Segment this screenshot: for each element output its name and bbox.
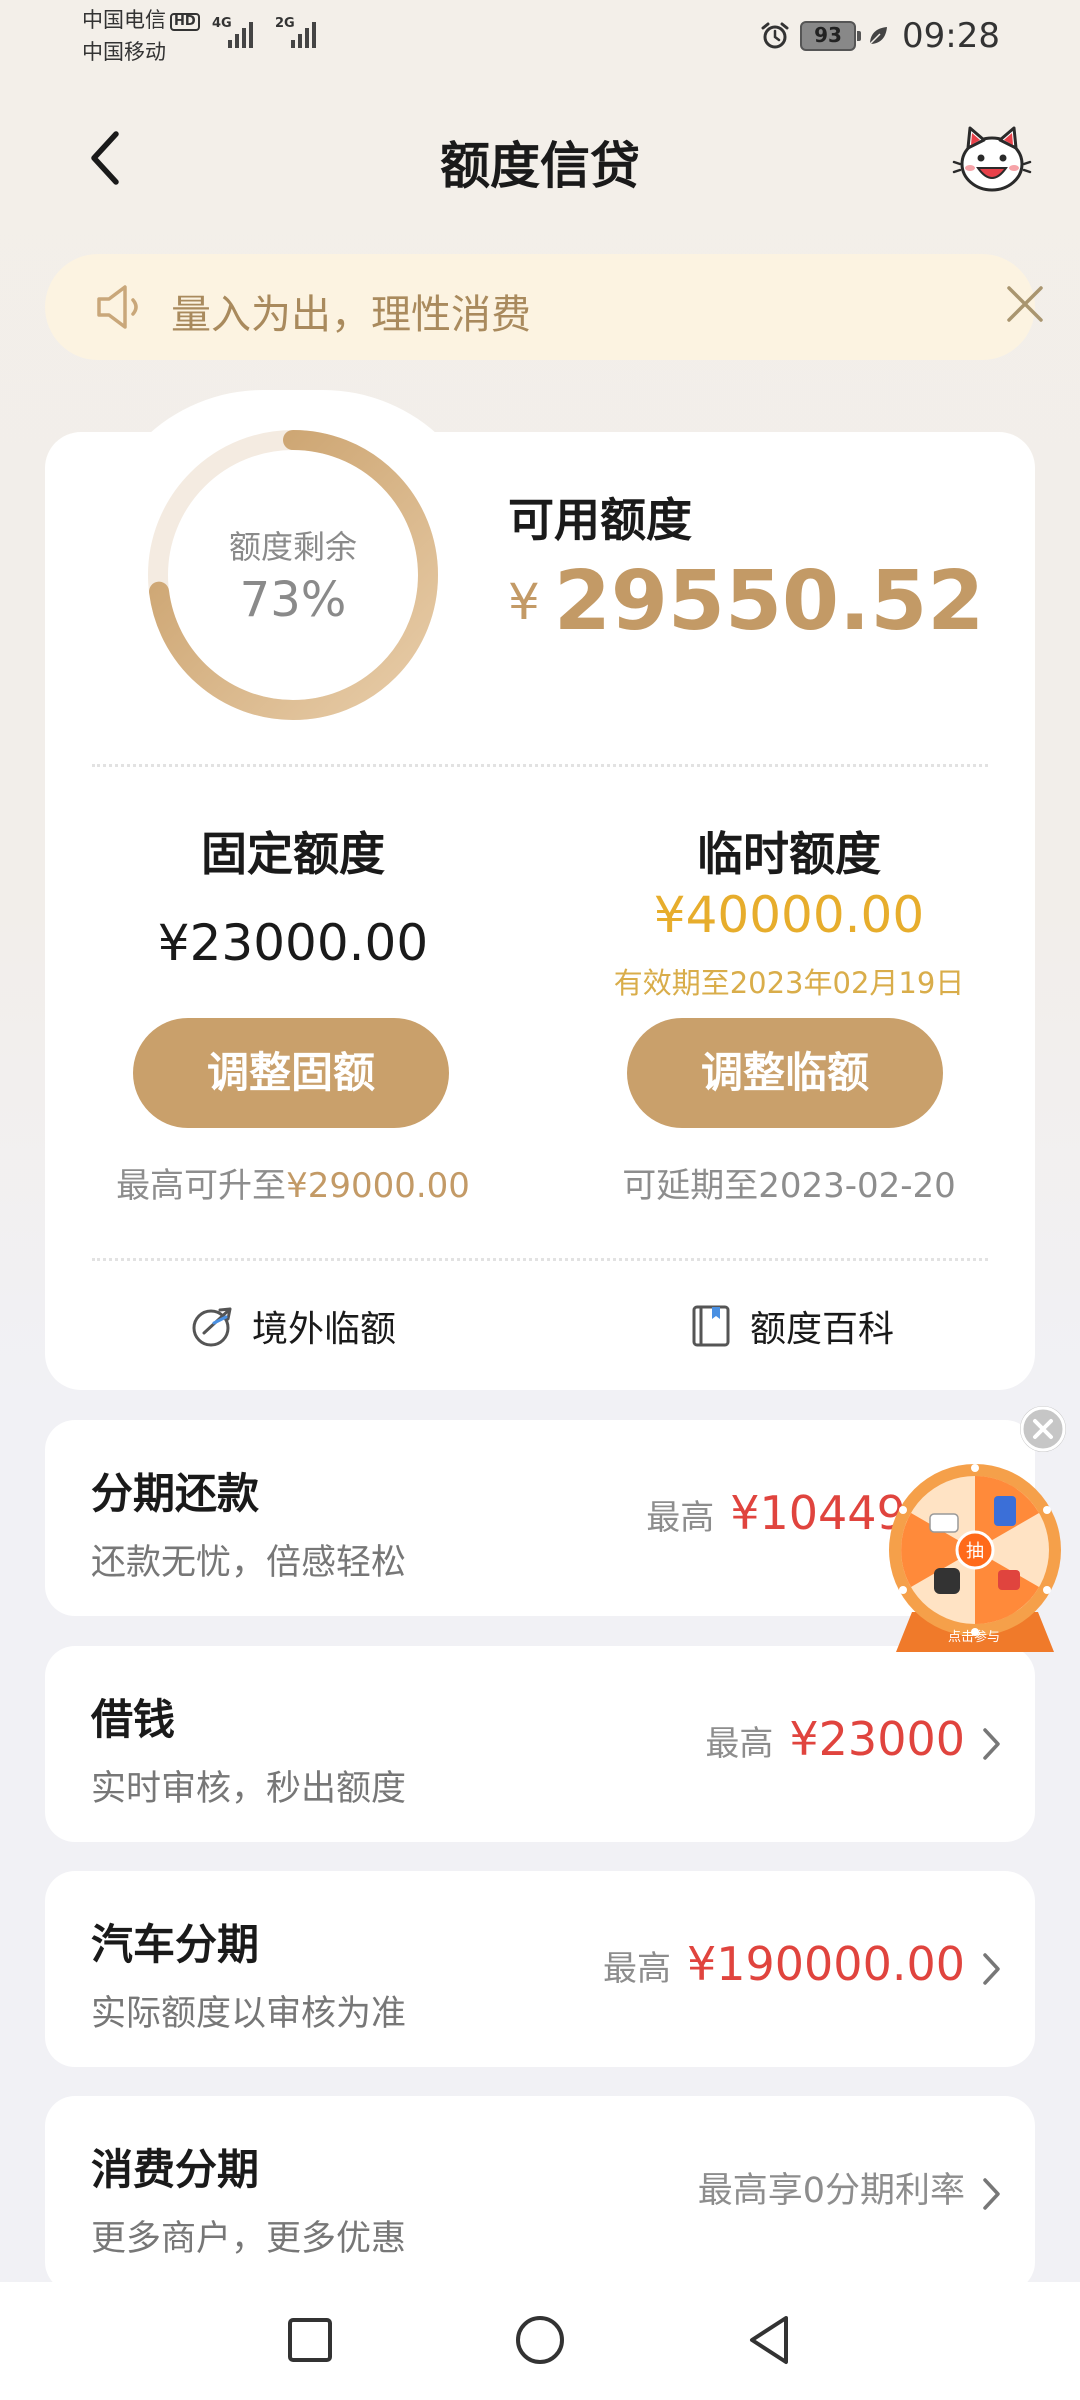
home-icon[interactable] xyxy=(510,2310,570,2370)
header: 额度信贷 xyxy=(0,100,1080,210)
available-amount-value: 29550.52 xyxy=(553,554,985,649)
wheel-close-icon[interactable] xyxy=(1020,1406,1066,1452)
clock: 09:28 xyxy=(902,16,1000,56)
divider xyxy=(92,1258,988,1261)
service-limit: 最高 ¥23000 xyxy=(705,1712,965,1766)
hd-badge: HD xyxy=(170,13,200,31)
notice-text: 量入为出，理性消费 xyxy=(171,292,531,338)
speaker-icon xyxy=(97,285,138,329)
fixed-credit-amount: ¥23000.00 xyxy=(157,914,429,972)
ring-value: 73% xyxy=(239,572,347,628)
overseas-credit-label: 境外临额 xyxy=(252,1309,397,1350)
service-title: 汽车分期 xyxy=(91,1920,260,1969)
available-amount: ¥29550.52 xyxy=(508,554,984,649)
available-label: 可用额度 xyxy=(508,493,692,547)
chevron-right-icon xyxy=(983,1728,1000,1760)
temp-credit-expiry: 有效期至2023年02月19日 xyxy=(613,966,965,1000)
carrier-1: 中国电信 HD xyxy=(82,8,200,32)
status-bar: 中国电信 HD 中国移动 4G 2G 93 09:28 xyxy=(82,8,1000,64)
service-car-installment[interactable]: 汽车分期 实际额度以审核为准 最高 ¥190000.00 xyxy=(45,1871,1035,2067)
service-consumer-installment[interactable]: 消费分期 更多商户，更多优惠 最高享0分期利率 xyxy=(45,2096,1035,2292)
service-title: 消费分期 xyxy=(91,2145,260,2194)
recent-apps-icon[interactable] xyxy=(280,2310,340,2370)
adjust-fixed-button[interactable]: 调整固额 xyxy=(133,1018,449,1128)
carrier-2: 中国移动 xyxy=(82,40,166,64)
service-subtitle: 还款无忧，倍感轻松 xyxy=(91,1543,407,1583)
chevron-right-icon xyxy=(983,2178,1000,2210)
fixed-credit-title: 固定额度 xyxy=(201,827,385,881)
wheel-caption: 点击参与 xyxy=(947,1630,1000,1645)
temp-credit-note: 可延期至2023-02-20 xyxy=(622,1166,956,1206)
ring-label: 额度剩余 xyxy=(228,528,357,566)
temp-credit-title: 临时额度 xyxy=(697,827,881,881)
service-limit: 最高 ¥190000.00 xyxy=(602,1937,965,1991)
notice-banner: 量入为出，理性消费 xyxy=(45,254,1043,360)
chevron-right-icon xyxy=(983,1953,1000,1985)
book-icon xyxy=(692,1305,730,1347)
service-subtitle: 更多商户，更多优惠 xyxy=(91,2219,407,2259)
alarm-icon xyxy=(761,22,789,49)
credit-encyclopedia-link[interactable]: 额度百科 xyxy=(688,1298,894,1354)
mascot-icon[interactable] xyxy=(952,118,1032,198)
page-title: 额度信贷 xyxy=(440,137,640,195)
service-borrow[interactable]: 借钱 实时审核，秒出额度 最高 ¥23000 xyxy=(45,1646,1035,1842)
nav-back-icon[interactable] xyxy=(740,2310,800,2370)
leaf-icon xyxy=(869,27,888,45)
battery-icon: 93 xyxy=(800,21,862,51)
overseas-credit-link[interactable]: 境外临额 xyxy=(190,1298,396,1354)
service-title: 分期还款 xyxy=(91,1469,260,1518)
divider xyxy=(92,764,988,767)
plane-icon xyxy=(192,1307,232,1347)
fixed-credit-note: 最高可升至¥29000.00 xyxy=(116,1166,470,1206)
adjust-temp-button[interactable]: 调整临额 xyxy=(627,1018,943,1128)
system-nav-bar xyxy=(0,2282,1080,2400)
service-title: 借钱 xyxy=(91,1695,176,1744)
close-icon[interactable] xyxy=(1003,282,1047,326)
service-subtitle: 实际额度以审核为准 xyxy=(91,1994,407,2034)
service-subtitle: 实时审核，秒出额度 xyxy=(91,1769,407,1809)
service-offer: 最高享0分期利率 xyxy=(697,2171,965,2211)
temp-credit-amount: ¥40000.00 xyxy=(653,886,925,944)
currency-symbol: ¥ xyxy=(508,573,540,631)
wheel-center-label: 抽 xyxy=(966,1541,984,1562)
credit-encyclopedia-label: 额度百科 xyxy=(750,1309,895,1350)
